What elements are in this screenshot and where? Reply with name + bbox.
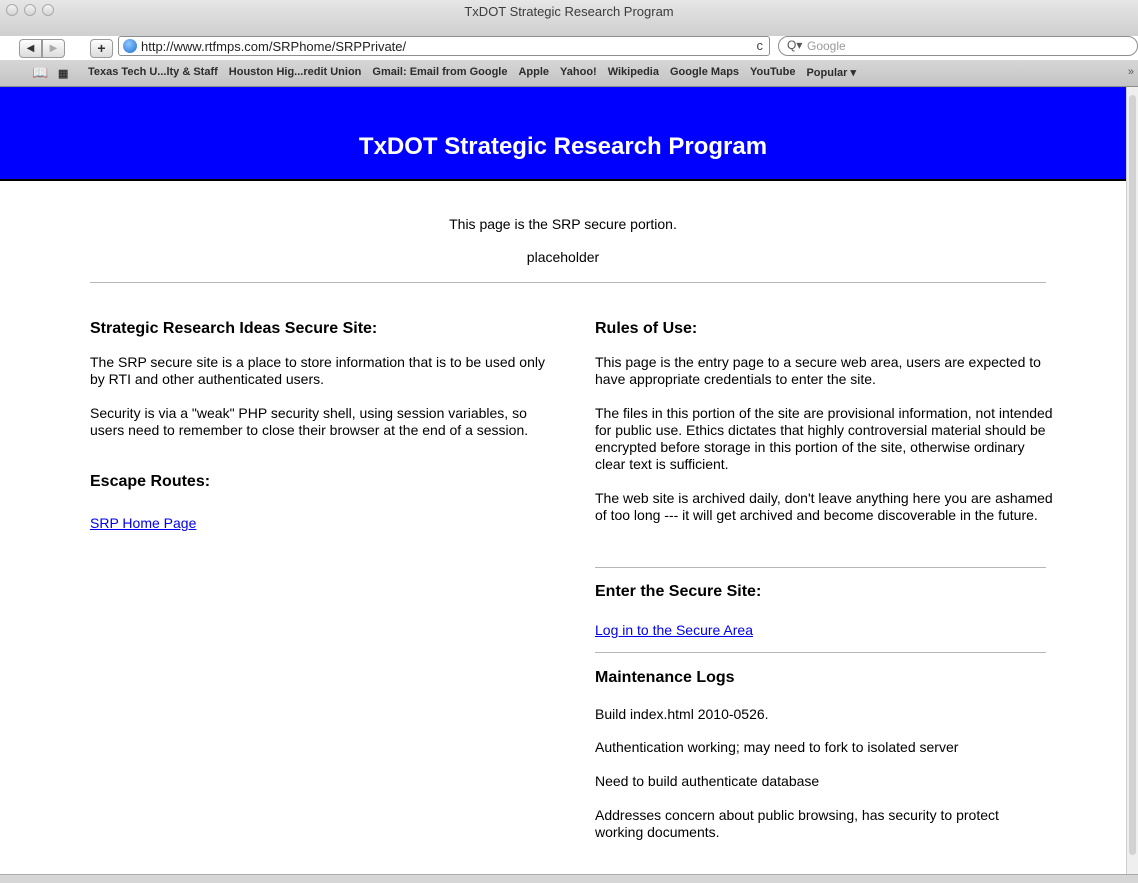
intro-text: This page is the SRP secure portion. bbox=[449, 216, 677, 232]
escape-routes-heading: Escape Routes: bbox=[90, 473, 211, 490]
login-divider bbox=[595, 652, 1046, 653]
bookmarks-list: Texas Tech U...lty & Staff Houston Hig..… bbox=[88, 66, 867, 79]
back-arrow-icon: ◀ bbox=[26, 43, 35, 54]
log-entry: Build index.html 2010-0526. bbox=[595, 706, 769, 722]
add-bookmark-button[interactable]: + bbox=[90, 39, 113, 58]
search-icon[interactable]: Q▾ bbox=[787, 38, 802, 52]
vertical-scrollbar[interactable] bbox=[1126, 87, 1138, 874]
enter-secure-site-heading: Enter the Secure Site: bbox=[595, 583, 762, 600]
forward-arrow-icon: ▶ bbox=[49, 43, 58, 54]
plus-icon: + bbox=[97, 40, 106, 56]
bookmark-google-maps[interactable]: Google Maps bbox=[670, 66, 739, 79]
search-placeholder: Google bbox=[807, 39, 846, 53]
search-field[interactable]: Q▾ Google bbox=[778, 36, 1138, 56]
page-banner: TxDOT Strategic Research Program bbox=[0, 87, 1126, 181]
secure-site-paragraph-2: Security is via a "weak" PHP security sh… bbox=[90, 405, 529, 438]
secure-site-heading: Strategic Research Ideas Secure Site: bbox=[90, 320, 378, 337]
address-bar[interactable]: http://www.rtfmps.com/SRPhome/SRPPrivate… bbox=[118, 36, 770, 56]
scrollbar-thumb[interactable] bbox=[1129, 95, 1136, 855]
rules-paragraph-2: The files in this portion of the site ar… bbox=[595, 405, 1053, 472]
status-bar bbox=[0, 874, 1138, 883]
forward-button[interactable]: ▶ bbox=[42, 39, 65, 58]
window-titlebar: TxDOT Strategic Research Program bbox=[0, 0, 1138, 36]
bookmark-houston-credit-union[interactable]: Houston Hig...redit Union bbox=[229, 66, 362, 79]
bookmark-texas-tech[interactable]: Texas Tech U...lty & Staff bbox=[88, 66, 218, 79]
reload-icon[interactable]: c bbox=[757, 38, 764, 53]
rules-paragraph-1: This page is the entry page to a secure … bbox=[595, 354, 1041, 387]
rules-divider bbox=[595, 567, 1046, 568]
top-divider bbox=[90, 282, 1046, 283]
open-book-icon[interactable]: 📖 bbox=[32, 65, 48, 81]
secure-site-paragraph-1: The SRP secure site is a place to store … bbox=[90, 354, 545, 387]
grid-icon[interactable]: ▦ bbox=[58, 67, 68, 80]
login-secure-area-link[interactable]: Log in to the Secure Area bbox=[595, 622, 753, 638]
bookmark-popular-menu[interactable]: Popular ▾ bbox=[806, 66, 856, 79]
bookmark-yahoo[interactable]: Yahoo! bbox=[560, 66, 597, 79]
page-title: TxDOT Strategic Research Program bbox=[358, 133, 768, 160]
placeholder-text: placeholder bbox=[526, 249, 600, 265]
bookmark-gmail[interactable]: Gmail: Email from Google bbox=[372, 66, 507, 79]
rules-of-use-heading: Rules of Use: bbox=[595, 320, 698, 337]
globe-icon bbox=[123, 39, 137, 53]
bookmarks-overflow-icon[interactable]: » bbox=[1128, 66, 1134, 78]
maintenance-logs-heading: Maintenance Logs bbox=[595, 669, 735, 686]
bookmarks-bar: 📖 ▦ Texas Tech U...lty & Staff Houston H… bbox=[0, 60, 1138, 87]
log-entry: Addresses concern about public browsing,… bbox=[595, 807, 999, 840]
window-title: TxDOT Strategic Research Program bbox=[464, 4, 674, 19]
srp-home-page-link[interactable]: SRP Home Page bbox=[90, 515, 196, 531]
address-url[interactable]: http://www.rtfmps.com/SRPhome/SRPPrivate… bbox=[141, 39, 406, 54]
log-entry: Need to build authenticate database bbox=[595, 773, 820, 789]
back-button[interactable]: ◀ bbox=[19, 39, 42, 58]
log-entry: Authentication working; may need to fork… bbox=[595, 739, 959, 755]
rules-paragraph-3: The web site is archived daily, don't le… bbox=[595, 490, 1053, 523]
bookmark-wikipedia[interactable]: Wikipedia bbox=[608, 66, 659, 79]
web-page: TxDOT Strategic Research Program This pa… bbox=[0, 87, 1126, 874]
bookmark-youtube[interactable]: YouTube bbox=[750, 66, 795, 79]
bookmark-apple[interactable]: Apple bbox=[518, 66, 549, 79]
